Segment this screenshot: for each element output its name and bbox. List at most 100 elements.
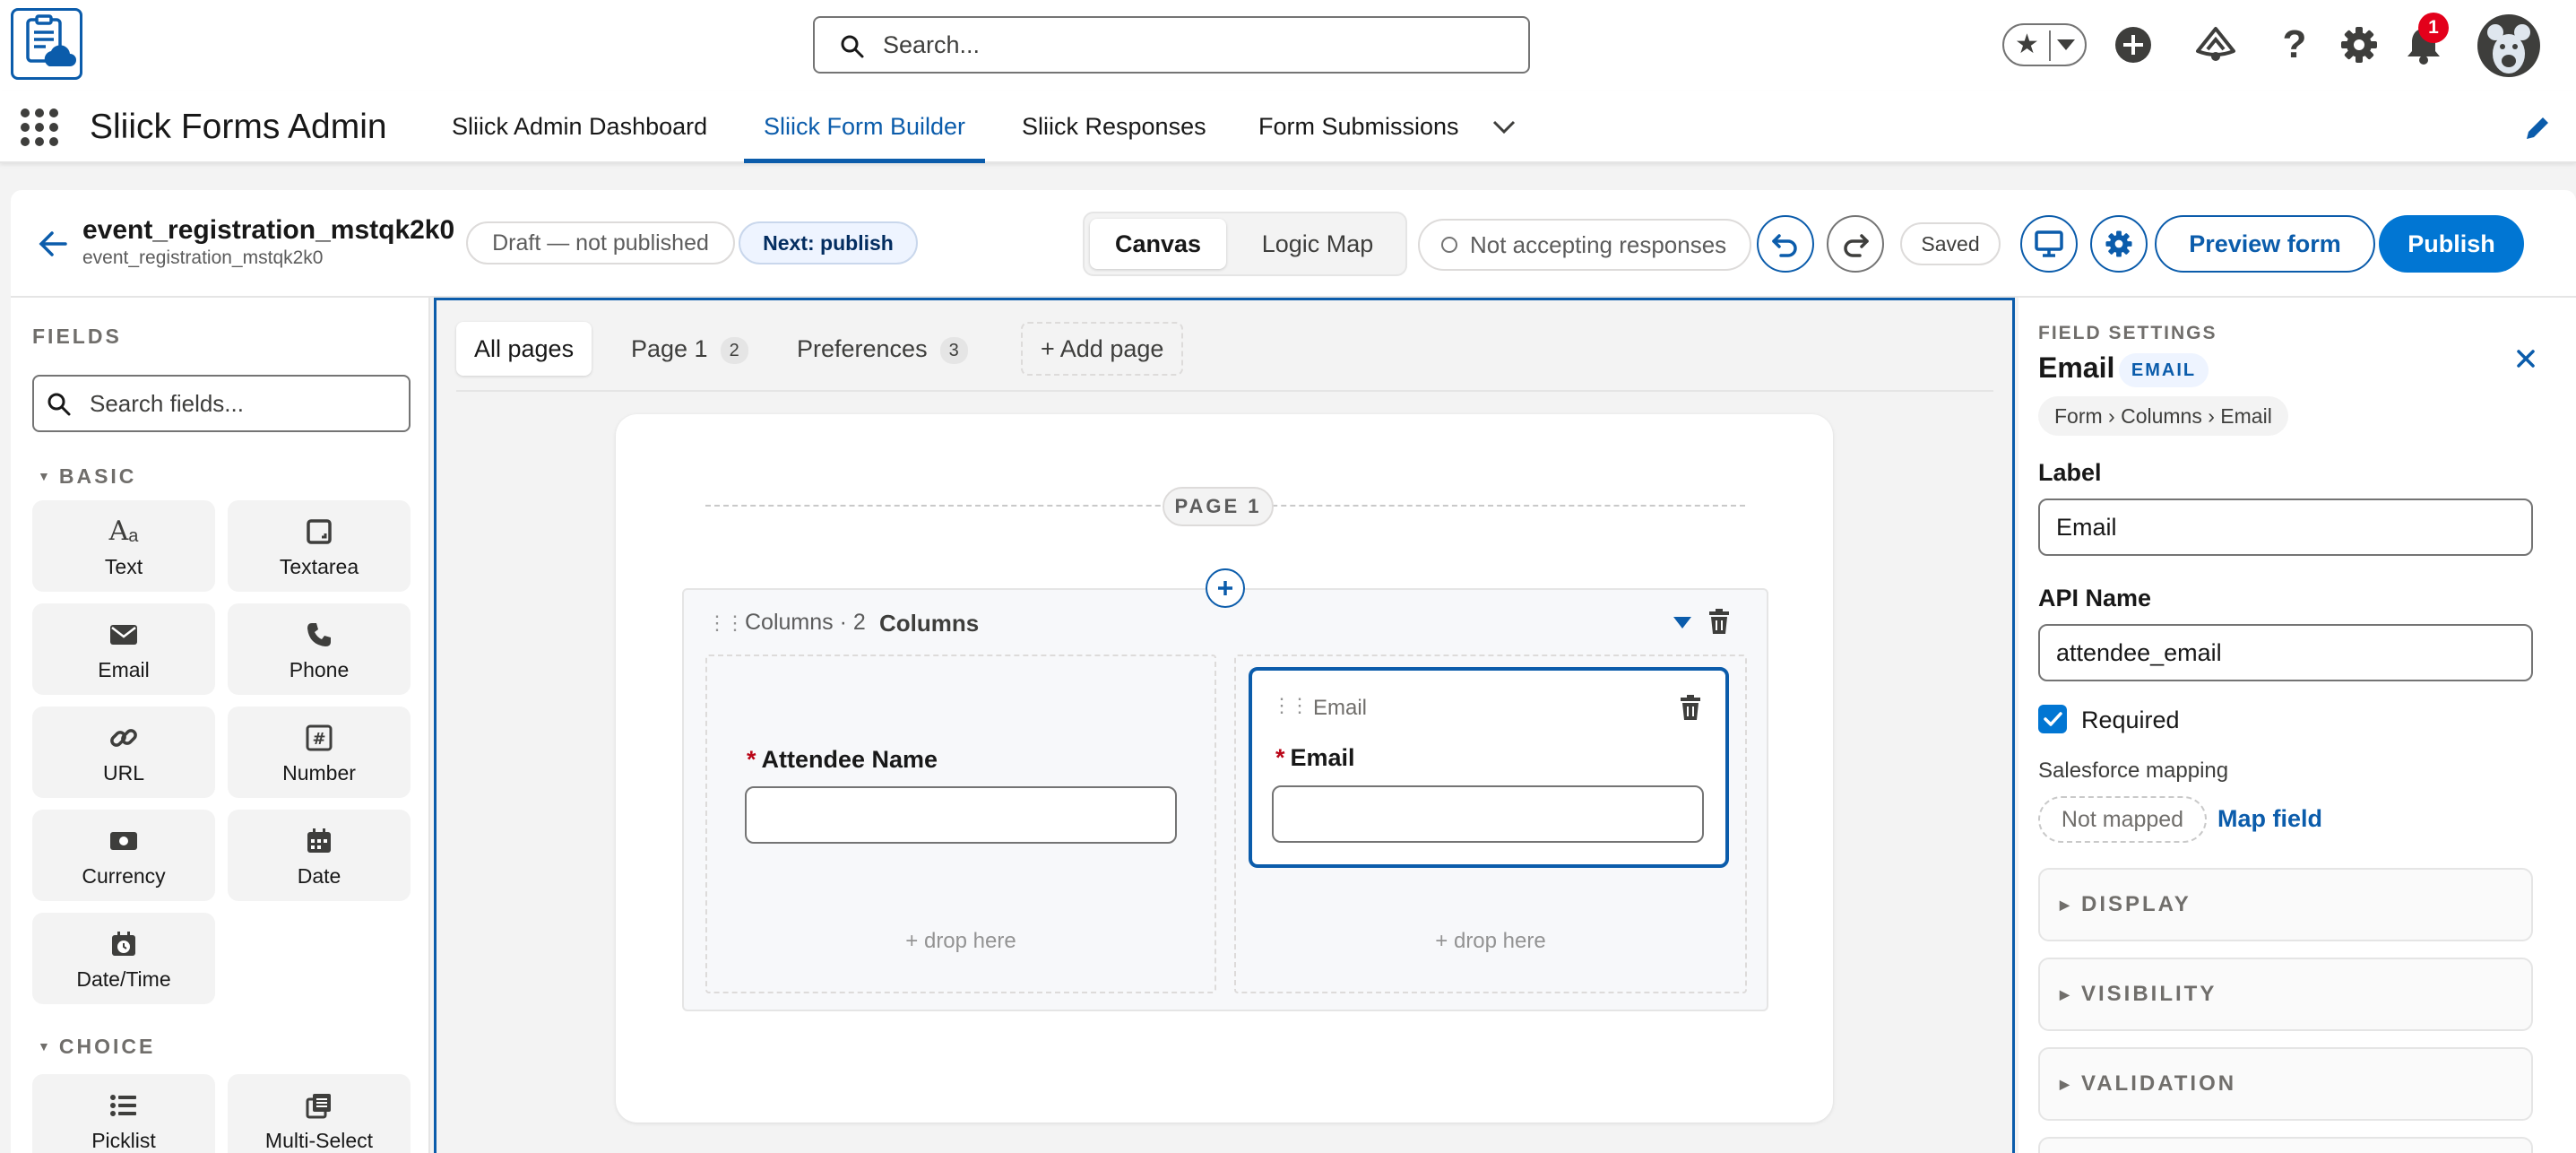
form-settings-button[interactable] — [2090, 215, 2148, 273]
required-asterisk: * — [1275, 744, 1285, 771]
drag-handle-icon[interactable]: ⋮⋮ — [707, 611, 745, 635]
columns-container[interactable]: ⋮⋮ Columns · 2 Columns * Attendee Name + … — [682, 588, 1768, 1011]
field-settings-panel: FIELD SETTINGS Email EMAIL Form › Column… — [2018, 298, 2576, 1153]
field-tile-picklist[interactable]: Picklist — [32, 1074, 215, 1153]
display-accordion[interactable]: ▶ DISPLAY — [2038, 868, 2533, 941]
drag-handle-icon[interactable]: ⋮⋮ — [1272, 694, 1310, 717]
nav-tab-responses[interactable]: Sliick Responses — [1022, 91, 1206, 163]
settings-gear-icon — [2105, 230, 2132, 257]
field-tile-label: Date — [297, 863, 341, 888]
required-label: Required — [2081, 707, 2180, 733]
field-settings-title: FIELD SETTINGS — [2038, 323, 2217, 343]
list-icon — [109, 1088, 138, 1123]
mapping-status-pill: Not mapped — [2038, 796, 2207, 843]
page-tab-preferences[interactable]: Preferences 3 — [779, 322, 986, 376]
insert-field-button[interactable] — [1206, 568, 1245, 608]
validation-accordion[interactable]: ▶ VALIDATION — [2038, 1047, 2533, 1121]
page-tab-count-badge: 2 — [720, 336, 748, 364]
field-tile-label: Date/Time — [76, 967, 171, 991]
column-right: ⋮⋮ Email * Email + drop here — [1234, 655, 1747, 993]
field-tile-phone[interactable]: Phone — [228, 603, 411, 695]
field-tile-label: Picklist — [91, 1128, 156, 1152]
global-actions-button[interactable] — [2106, 18, 2160, 72]
svg-text:#: # — [312, 730, 325, 749]
map-field-link[interactable]: Map field — [2217, 805, 2322, 833]
caret-right-icon: ▶ — [2060, 897, 2070, 912]
page-tab-page-1[interactable]: Page 1 2 — [613, 322, 766, 376]
delete-field-trash-icon[interactable] — [1679, 694, 1702, 721]
columns-type-label: Columns · 2 — [745, 610, 866, 635]
help-button[interactable]: ? — [2268, 18, 2321, 72]
desktop-preview-button[interactable] — [2020, 215, 2078, 273]
required-checkbox[interactable] — [2038, 705, 2067, 733]
edit-nav-pencil-icon[interactable] — [2522, 113, 2553, 143]
choice-section-toggle[interactable]: ▼ CHOICE — [38, 1035, 155, 1059]
field-tile-label: Email — [98, 657, 150, 681]
field-tile-datetime[interactable]: Date/Time — [32, 913, 215, 1004]
undo-button[interactable] — [1757, 215, 1814, 273]
field-tile-number[interactable]: # Number — [228, 707, 411, 798]
page-tab-all-pages[interactable]: All pages — [456, 322, 592, 376]
favorites-button[interactable]: ★ — [2002, 23, 2087, 66]
publish-button[interactable]: Publish — [2379, 215, 2524, 273]
visibility-accordion[interactable]: ▶ VISIBILITY — [2038, 958, 2533, 1031]
responses-status-pill: Not accepting responses — [1418, 219, 1751, 271]
field-tile-multi-select[interactable]: Multi-Select — [228, 1074, 411, 1153]
field-tile-date[interactable]: Date — [228, 810, 411, 901]
nav-tab-form-builder[interactable]: Sliick Form Builder — [744, 91, 986, 163]
collapse-caret-icon[interactable] — [1673, 617, 1691, 629]
field-tile-currency[interactable]: Currency — [32, 810, 215, 901]
fields-panel: FIELDS Search fields... ▼ BASIC Aa Text T… — [11, 298, 430, 1153]
next-accordion-partial[interactable] — [2038, 1137, 2533, 1153]
trailhead-button[interactable] — [2189, 18, 2243, 72]
checkmark-icon — [2044, 712, 2062, 726]
link-icon — [109, 720, 138, 756]
email-field-label: * Email — [1275, 744, 1355, 772]
back-arrow-icon[interactable] — [38, 230, 68, 258]
preview-form-button[interactable]: Preview form — [2155, 215, 2375, 273]
global-search-input[interactable]: Search... — [813, 16, 1530, 74]
field-tile-url[interactable]: URL — [32, 707, 215, 798]
more-tabs-chevron-icon[interactable] — [1491, 117, 1517, 138]
redo-button[interactable] — [1827, 215, 1884, 273]
global-header: Search... ★ ? 1 — [0, 0, 2576, 91]
app-navigation-bar: Sliick Forms Admin Sliick Admin Dashboar… — [0, 91, 2576, 163]
column-left: * Attendee Name + drop here — [705, 655, 1216, 993]
search-fields-input[interactable]: Search fields... — [32, 375, 411, 432]
caret-right-icon: ▶ — [2060, 987, 2070, 1001]
app-launcher-icon[interactable] — [18, 106, 61, 149]
app-name: Sliick Forms Admin — [90, 108, 387, 146]
field-tile-textarea[interactable]: Textarea — [228, 500, 411, 592]
delete-columns-trash-icon[interactable] — [1707, 608, 1731, 635]
drop-zone-right[interactable]: + drop here — [1236, 929, 1745, 954]
nav-tab-form-submissions[interactable]: Form Submissions — [1258, 91, 1459, 163]
close-icon[interactable] — [2515, 348, 2537, 369]
label-input[interactable]: Email — [2038, 498, 2533, 556]
app-logo[interactable] — [11, 8, 82, 80]
selected-field-name: Email — [2038, 351, 2115, 384]
api-name-input[interactable]: attendee_email — [2038, 624, 2533, 681]
drop-zone-left[interactable]: + drop here — [707, 929, 1215, 954]
question-icon: ? — [2282, 22, 2307, 66]
field-tile-text[interactable]: Aa Text — [32, 500, 215, 592]
nav-tab-admin-dashboard[interactable]: Sliick Admin Dashboard — [452, 91, 707, 163]
display-accordion-label: DISPLAY — [2081, 892, 2191, 916]
email-input[interactable] — [1272, 785, 1704, 843]
basic-section-toggle[interactable]: ▼ BASIC — [38, 464, 136, 489]
field-tile-email[interactable]: Email — [32, 603, 215, 695]
currency-icon — [109, 823, 138, 859]
draft-status-pill: Draft — not published — [466, 221, 735, 264]
mode-tab-canvas[interactable]: Canvas — [1090, 219, 1226, 269]
setup-button[interactable] — [2332, 18, 2386, 72]
page-tab-label: All pages — [474, 335, 575, 362]
textarea-icon — [306, 514, 333, 550]
user-avatar[interactable] — [2477, 14, 2540, 77]
form-canvas: All pages Page 1 2 Preferences 3 + Add pag… — [434, 298, 2015, 1153]
required-asterisk: * — [747, 746, 756, 773]
next-step-pill: Next: publish — [739, 221, 918, 264]
notifications-button[interactable]: 1 — [2397, 13, 2451, 72]
mode-tab-logic-map[interactable]: Logic Map — [1237, 219, 1398, 269]
email-field-card[interactable]: ⋮⋮ Email * Email — [1249, 667, 1729, 868]
add-page-button[interactable]: + Add page — [1021, 322, 1184, 376]
attendee-name-input[interactable] — [745, 786, 1177, 844]
